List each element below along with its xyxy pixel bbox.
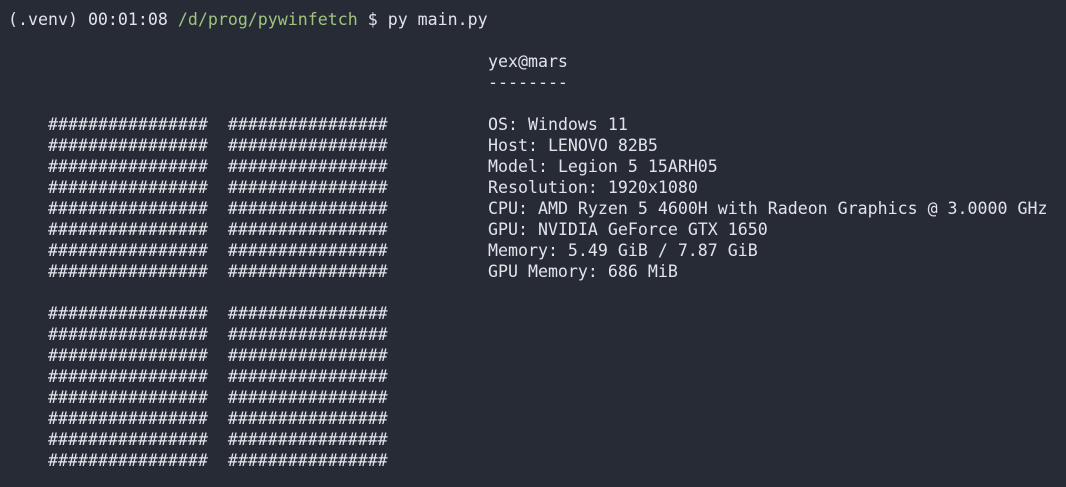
info-field-value: 1920x1080 (597, 178, 698, 197)
info-field-value: Legion 5 15ARH05 (547, 157, 718, 176)
logo-row: ################ ################ (48, 199, 388, 218)
info-field: Resolution: 1920x1080 (488, 177, 1047, 198)
info-field: OS: Windows 11 (488, 114, 1047, 135)
logo-row: ################ ################ (48, 220, 388, 239)
info-field: GPU: NVIDIA GeForce GTX 1650 (488, 219, 1047, 240)
logo-row: ################ ################ (48, 241, 388, 260)
logo-row: ################ ################ (48, 178, 388, 197)
logo-row: ################ ################ (48, 409, 388, 428)
logo-gap (48, 282, 388, 303)
info-field-value: Windows 11 (517, 115, 628, 134)
info-field-label: GPU: (488, 220, 528, 239)
info-fields: OS: Windows 11 Host: LENOVO 82B5 Model: Le… (488, 114, 1047, 282)
info-field-value: AMD Ryzen 5 4600H with Radeon Graphics @… (527, 199, 1048, 218)
info-field-label: OS: (488, 115, 518, 134)
info-field-value: NVIDIA GeForce GTX 1650 (527, 220, 768, 239)
info-field: GPU Memory: 686 MiB (488, 261, 1047, 282)
logo-row: ################ ################ (48, 451, 388, 470)
logo-row: ################ ################ (48, 346, 388, 365)
ascii-windows-logo: ################ ################ #######… (48, 114, 388, 471)
logo-row: ################ ################ (48, 304, 388, 323)
prompt-path: /d/prog/pywinfetch (177, 10, 358, 29)
prompt-symbol: $ (367, 10, 378, 29)
logo-row: ################ ################ (48, 325, 388, 344)
info-field-value: 5.49 GiB / 7.87 GiB (557, 241, 758, 260)
command-text: py main.py (387, 10, 488, 29)
info-field: Host: LENOVO 82B5 (488, 135, 1047, 156)
info-field-label: GPU Memory: (488, 262, 598, 281)
separator-line: -------- (488, 73, 568, 92)
logo-row: ################ ################ (48, 136, 388, 155)
logo-row: ################ ################ (48, 430, 388, 449)
system-info-panel: yex@mars -------- OS: Windows 11 Host: LE… (488, 51, 1047, 282)
prompt-time: 00:01:08 (87, 10, 168, 29)
logo-row: ################ ################ (48, 157, 388, 176)
logo-row: ################ ################ (48, 388, 388, 407)
info-field-label: Resolution: (488, 178, 598, 197)
info-field-value: LENOVO 82B5 (537, 136, 658, 155)
logo-row: ################ ################ (48, 115, 388, 134)
info-field: Model: Legion 5 15ARH05 (488, 156, 1047, 177)
info-field-label: Host: (488, 136, 538, 155)
info-field: CPU: AMD Ryzen 5 4600H with Radeon Graph… (488, 198, 1047, 219)
user-host: yex@mars (488, 52, 568, 71)
info-field-label: CPU: (488, 199, 528, 218)
info-field-label: Model: (488, 157, 548, 176)
info-field: Memory: 5.49 GiB / 7.87 GiB (488, 240, 1047, 261)
logo-row: ################ ################ (48, 262, 388, 281)
venv-indicator: (.venv) (8, 10, 78, 29)
info-field-value: 686 MiB (597, 262, 678, 281)
shell-prompt: (.venv) 00:01:08 /d/prog/pywinfetch $ py… (8, 9, 488, 30)
logo-row: ################ ################ (48, 367, 388, 386)
info-field-label: Memory: (488, 241, 558, 260)
